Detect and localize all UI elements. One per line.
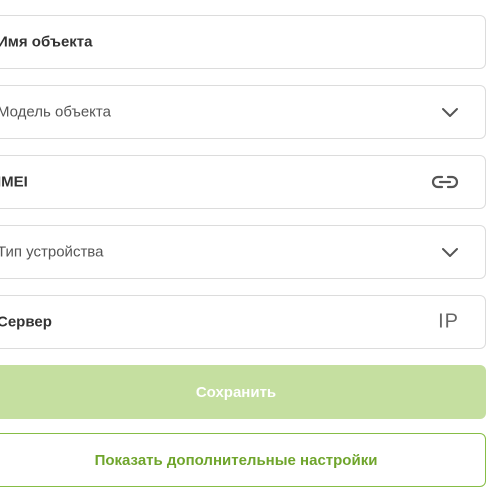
ip-icon[interactable]: IP	[438, 311, 459, 334]
device-type-select[interactable]: Тип устройства	[0, 225, 486, 279]
device-type-label: Тип устройства	[0, 243, 104, 261]
imei-label: IMEI	[0, 173, 28, 191]
object-name-label: Имя объекта	[0, 33, 93, 51]
object-form: Имя объекта Модель объекта IMEI Тип устр…	[0, 15, 486, 487]
chevron-down-icon[interactable]	[441, 246, 459, 258]
chevron-down-icon[interactable]	[441, 106, 459, 118]
server-label: Сервер	[0, 313, 52, 331]
imei-field[interactable]: IMEI	[0, 155, 486, 209]
server-field[interactable]: Сервер IP	[0, 295, 486, 349]
object-model-select[interactable]: Модель объекта	[0, 85, 486, 139]
object-name-field[interactable]: Имя объекта	[0, 15, 486, 69]
show-more-settings-button[interactable]: Показать дополнительные настройки	[0, 433, 486, 487]
object-model-label: Модель объекта	[0, 103, 111, 121]
save-button[interactable]: Сохранить	[0, 365, 486, 419]
link-icon[interactable]	[431, 174, 459, 190]
